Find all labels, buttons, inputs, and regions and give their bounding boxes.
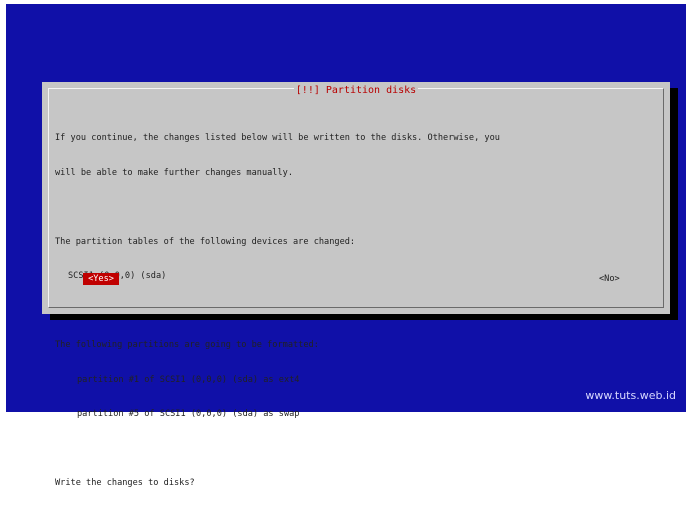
message-line-2: will be able to make further changes man…	[55, 167, 293, 178]
message-line-1: If you continue, the changes listed belo…	[55, 133, 500, 143]
partition-1-item: partition #1 of SCSI1 (0,0,0) (sda) as e…	[77, 374, 300, 385]
confirmation-question: Write the changes to disks?	[55, 478, 195, 488]
yes-button[interactable]: <Yes>	[83, 273, 119, 285]
dialog-title: [!!] Partition disks	[293, 84, 419, 98]
no-button[interactable]: <No>	[599, 273, 620, 285]
watermark: www.tuts.web.id	[585, 389, 676, 402]
device-sda: SCSI1 (0,0,0) (sda)	[68, 271, 167, 281]
partition-tables-heading: The partition tables of the following de…	[55, 236, 356, 247]
partition-5-item: partition #5 of SCSI1 (0,0,0) (sda) as s…	[77, 409, 300, 419]
formatted-partitions-heading: The following partitions are going to be…	[55, 340, 319, 350]
installer-screen: [!!] Partition disks If you continue, th…	[6, 4, 686, 488]
dialog-content: If you continue, the changes listed belo…	[55, 110, 659, 513]
partition-dialog: [!!] Partition disks If you continue, th…	[42, 82, 670, 488]
